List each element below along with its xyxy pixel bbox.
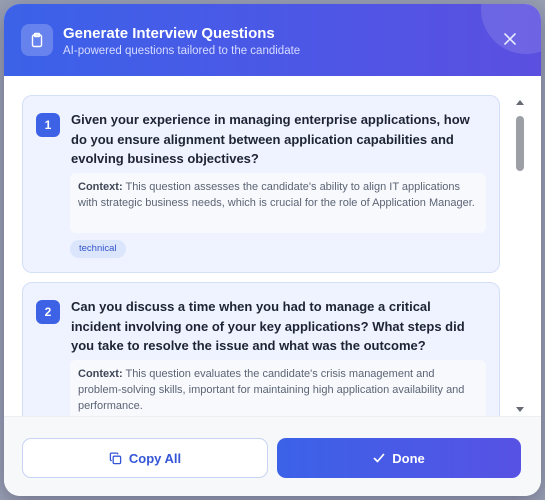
question-number: 2 bbox=[36, 300, 60, 324]
modal-header: Generate Interview Questions AI-powered … bbox=[4, 4, 541, 76]
done-label: Done bbox=[392, 450, 425, 466]
question-card: 2 Can you discuss a time when you had to… bbox=[22, 282, 500, 416]
questions-scroll-area[interactable]: 1 Given your experience in managing ente… bbox=[4, 76, 541, 416]
close-button[interactable] bbox=[501, 30, 519, 48]
close-icon bbox=[504, 33, 516, 45]
category-tag: technical bbox=[70, 240, 126, 258]
generate-questions-modal: Generate Interview Questions AI-powered … bbox=[4, 4, 541, 496]
question-text: Given your experience in managing enterp… bbox=[71, 112, 470, 166]
context-text: This question assesses the candidate's a… bbox=[78, 181, 475, 209]
scrollbar[interactable] bbox=[513, 100, 527, 412]
context-label: Context: bbox=[78, 181, 123, 193]
modal-subtitle: AI-powered questions tailored to the can… bbox=[63, 45, 301, 57]
modal-footer: Copy All Done bbox=[4, 416, 541, 496]
check-icon bbox=[373, 453, 385, 463]
scroll-up-arrow-icon[interactable] bbox=[516, 100, 524, 105]
context-label: Context: bbox=[78, 368, 123, 380]
question-card: 1 Given your experience in managing ente… bbox=[22, 95, 500, 273]
scroll-down-arrow-icon[interactable] bbox=[516, 407, 524, 412]
question-number: 1 bbox=[36, 113, 60, 137]
question-context: Context: This question assesses the cand… bbox=[70, 173, 486, 233]
copy-all-button[interactable]: Copy All bbox=[22, 438, 268, 478]
done-button[interactable]: Done bbox=[277, 438, 521, 478]
modal-title: Generate Interview Questions bbox=[63, 25, 275, 42]
clipboard-icon bbox=[21, 24, 53, 56]
question-text: Can you discuss a time when you had to m… bbox=[71, 299, 465, 353]
context-text: This question evaluates the candidate's … bbox=[78, 368, 465, 412]
copy-icon bbox=[109, 451, 122, 464]
question-list: 1 Given your experience in managing ente… bbox=[22, 95, 500, 416]
scroll-thumb[interactable] bbox=[516, 116, 524, 171]
question-context: Context: This question evaluates the can… bbox=[70, 360, 486, 416]
copy-all-label: Copy All bbox=[128, 450, 182, 466]
